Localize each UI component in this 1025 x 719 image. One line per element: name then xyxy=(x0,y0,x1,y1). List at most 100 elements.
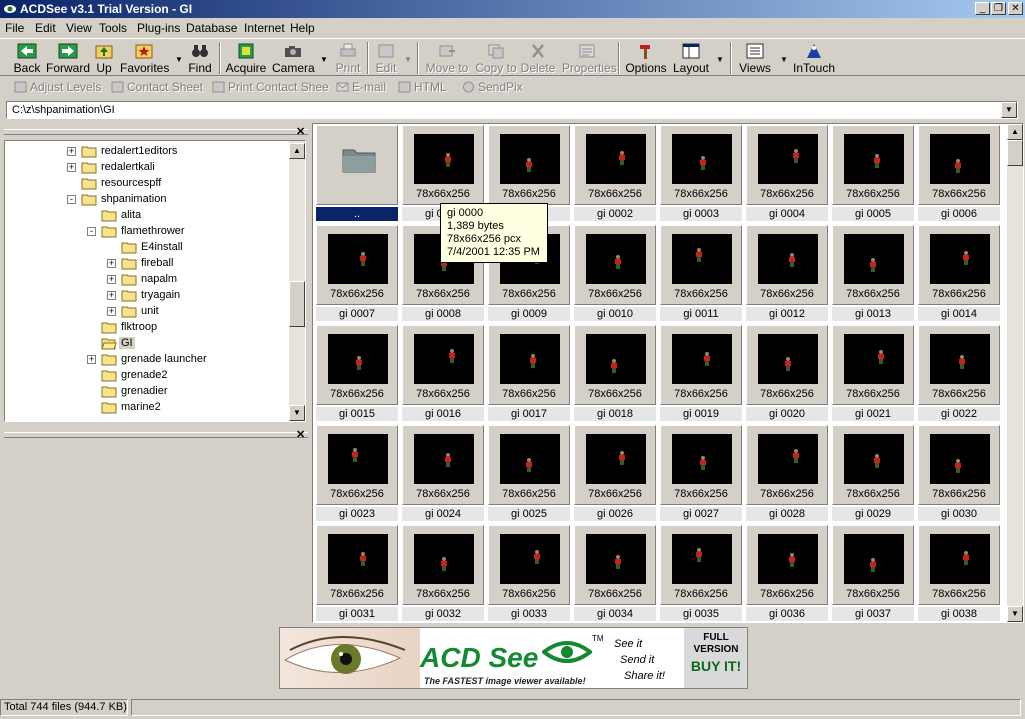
address-bar[interactable]: C:\z\shpanimation\GI ▼ xyxy=(6,101,1018,119)
find-button[interactable]: Find xyxy=(186,41,214,75)
contact-sheet-button[interactable]: Contact Sheet xyxy=(111,80,203,94)
tree-item[interactable]: + redalert1editors xyxy=(5,144,285,160)
tree-item[interactable]: + napalm xyxy=(5,272,285,288)
tree-item[interactable]: marine2 xyxy=(5,400,285,416)
adjust-levels-button[interactable]: Adjust Levels xyxy=(14,80,101,94)
expand-icon[interactable]: + xyxy=(107,259,116,268)
files-scroll-thumb[interactable] xyxy=(1007,140,1023,166)
thumbnail-item[interactable]: 78x66x256 gi 0011 xyxy=(659,225,745,325)
preview-panel-grip[interactable] xyxy=(4,432,308,438)
tree-scroll-thumb[interactable] xyxy=(289,281,305,327)
thumbnail-item[interactable]: 78x66x256 gi 0038 xyxy=(917,525,1003,622)
thumbnail-item[interactable]: 78x66x256 gi 0034 xyxy=(573,525,659,622)
acquire-button[interactable]: Acquire xyxy=(225,41,267,75)
layout-dropdown-icon[interactable]: ▼ xyxy=(716,55,724,64)
thumbnail-item[interactable]: 78x66x256 gi 0027 xyxy=(659,425,745,525)
menu-tools[interactable]: Tools xyxy=(99,21,127,35)
tree-item[interactable]: resourcespff xyxy=(5,176,285,192)
tree-scrollbar[interactable]: ▲ ▼ xyxy=(289,141,305,421)
tree-item[interactable]: grenadier xyxy=(5,384,285,400)
thumbnail-item[interactable]: 78x66x256 gi 0007 xyxy=(315,225,401,325)
tree-item[interactable]: E4install xyxy=(5,240,285,256)
print-button[interactable]: Print xyxy=(334,41,362,75)
thumbnail-item[interactable]: 78x66x256 gi 0017 xyxy=(487,325,573,425)
thumbnail-item[interactable]: 78x66x256 gi 0005 xyxy=(831,125,917,225)
thumbnail-item[interactable]: 78x66x256 gi 0003 xyxy=(659,125,745,225)
collapse-icon[interactable]: - xyxy=(87,227,96,236)
tree-item[interactable]: flktroop xyxy=(5,320,285,336)
properties-button[interactable]: Properties xyxy=(562,41,617,75)
thumbnail-item[interactable]: 78x66x256 gi 0018 xyxy=(573,325,659,425)
sendpix-button[interactable]: SendPix xyxy=(462,80,523,94)
tree-item[interactable]: + redalertkali xyxy=(5,160,285,176)
move-to-button[interactable]: Move to xyxy=(424,41,470,75)
files-scroll-up-icon[interactable]: ▲ xyxy=(1007,124,1023,140)
menu-edit[interactable]: Edit xyxy=(35,21,56,35)
thumbnail-item[interactable]: 78x66x256 gi 0026 xyxy=(573,425,659,525)
menu-view[interactable]: View xyxy=(66,21,92,35)
maximize-button[interactable]: ❐ xyxy=(991,2,1006,15)
thumbnail-item[interactable]: 78x66x256 gi 0037 xyxy=(831,525,917,622)
thumbnail-item[interactable]: 78x66x256 gi 0014 xyxy=(917,225,1003,325)
tree-item[interactable]: + unit xyxy=(5,304,285,320)
options-button[interactable]: Options xyxy=(624,41,668,75)
copy-to-button[interactable]: Copy to xyxy=(474,41,518,75)
email-button[interactable]: E-mail xyxy=(336,80,386,94)
address-dropdown-icon[interactable]: ▼ xyxy=(1001,102,1017,118)
edit-button[interactable]: Edit xyxy=(372,41,400,75)
tree-item[interactable]: + fireball xyxy=(5,256,285,272)
expand-icon[interactable]: + xyxy=(107,291,116,300)
expand-icon[interactable]: + xyxy=(107,307,116,316)
thumbnail-item[interactable]: 78x66x256 gi 0031 xyxy=(315,525,401,622)
title-bar[interactable]: ACDSee v3.1 Trial Version - GI _ ❐ ✕ xyxy=(0,0,1025,18)
thumbnail-item[interactable]: 78x66x256 gi 0029 xyxy=(831,425,917,525)
tree-item[interactable]: - shpanimation xyxy=(5,192,285,208)
thumbnail-item[interactable]: 78x66x256 gi 0022 xyxy=(917,325,1003,425)
forward-button[interactable]: Forward xyxy=(46,41,90,75)
thumbnail-item[interactable]: 78x66x256 gi 0036 xyxy=(745,525,831,622)
tree-item[interactable]: - flamethrower xyxy=(5,224,285,240)
favorites-button[interactable]: Favorites xyxy=(120,41,169,75)
minimize-button[interactable]: _ xyxy=(975,2,990,15)
intouch-button[interactable]: InTouch xyxy=(792,41,836,75)
thumbnail-item[interactable]: 78x66x256 gi 0002 xyxy=(573,125,659,225)
layout-button[interactable]: Layout xyxy=(672,41,710,75)
expand-icon[interactable]: + xyxy=(87,355,96,364)
menu-file[interactable]: File xyxy=(5,21,24,35)
tree-item[interactable]: GI xyxy=(5,336,285,352)
thumbnail-item[interactable]: 78x66x256 gi 0016 xyxy=(401,325,487,425)
thumbnail-item[interactable]: 78x66x256 gi 0028 xyxy=(745,425,831,525)
delete-button[interactable]: Delete xyxy=(520,41,556,75)
collapse-icon[interactable]: - xyxy=(67,195,76,204)
thumbnail-item[interactable]: 78x66x256 gi 0033 xyxy=(487,525,573,622)
camera-dropdown-icon[interactable]: ▼ xyxy=(320,55,328,64)
up-button[interactable]: Up xyxy=(92,41,116,75)
thumbnail-item[interactable]: 78x66x256 gi 0012 xyxy=(745,225,831,325)
menu-database[interactable]: Database xyxy=(186,21,237,35)
back-button[interactable]: Back xyxy=(8,41,46,75)
edit-dropdown-icon[interactable]: ▼ xyxy=(404,55,412,64)
views-button[interactable]: Views xyxy=(736,41,774,75)
html-button[interactable]: HTML xyxy=(398,80,447,94)
thumbnail-item[interactable]: 78x66x256 gi 0023 xyxy=(315,425,401,525)
views-dropdown-icon[interactable]: ▼ xyxy=(780,55,788,64)
menu-help[interactable]: Help xyxy=(290,21,315,35)
thumbnail-item[interactable]: 78x66x256 gi 0013 xyxy=(831,225,917,325)
camera-button[interactable]: Camera xyxy=(272,41,315,75)
tree-panel-grip[interactable] xyxy=(4,129,308,135)
thumbnail-item[interactable]: 78x66x256 gi 0025 xyxy=(487,425,573,525)
menu-plugins[interactable]: Plug-ins xyxy=(137,21,180,35)
tree-scroll-up-icon[interactable]: ▲ xyxy=(289,143,305,159)
thumbnail-item[interactable]: 78x66x256 gi 0032 xyxy=(401,525,487,622)
thumbnail-item[interactable]: 78x66x256 gi 0020 xyxy=(745,325,831,425)
thumbnail-item[interactable]: 78x66x256 gi 0021 xyxy=(831,325,917,425)
tree-item[interactable]: grenade2 xyxy=(5,368,285,384)
thumbnail-item[interactable]: 78x66x256 gi 0015 xyxy=(315,325,401,425)
buy-it-button[interactable]: FULL VERSION BUY IT! xyxy=(684,628,747,688)
thumbnail-item[interactable]: 78x66x256 gi 0030 xyxy=(917,425,1003,525)
tree-scroll-down-icon[interactable]: ▼ xyxy=(289,405,305,421)
thumbnail-item[interactable]: 78x66x256 gi 0004 xyxy=(745,125,831,225)
favorites-dropdown-icon[interactable]: ▼ xyxy=(175,55,183,64)
files-scroll-down-icon[interactable]: ▼ xyxy=(1007,606,1023,622)
expand-icon[interactable]: + xyxy=(107,275,116,284)
